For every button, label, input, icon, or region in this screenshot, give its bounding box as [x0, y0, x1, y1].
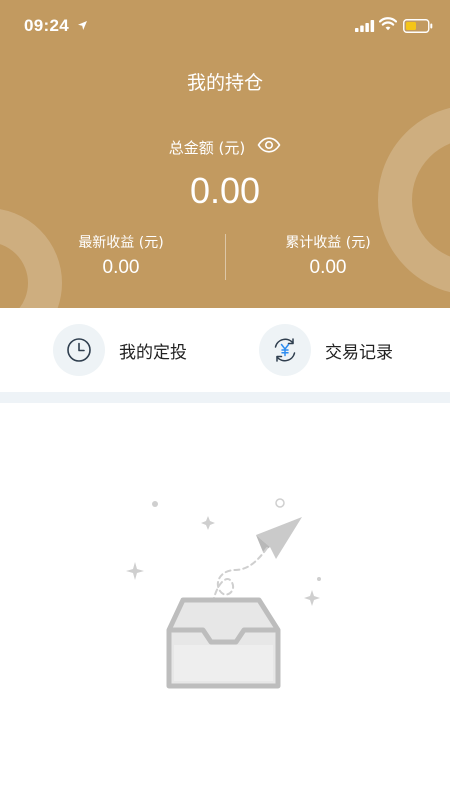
transaction-records-button[interactable]: 交易记录 — [259, 322, 393, 378]
empty-state-illustration — [120, 490, 330, 699]
status-bar: 09:24 — [0, 0, 450, 52]
my-auto-invest-label: 我的定投 — [119, 342, 187, 363]
latest-income-value: 0.00 — [102, 257, 140, 278]
transaction-records-label: 交易记录 — [325, 342, 393, 363]
eye-icon[interactable] — [257, 137, 281, 157]
wifi-icon — [379, 17, 397, 31]
total-amount-label: 总金额 (元) — [168, 138, 246, 157]
total-amount-value: 0.00 — [189, 170, 261, 211]
status-time: 09:24 — [24, 16, 69, 35]
latest-income: 最新收益 (元) 0.00 — [21, 233, 221, 279]
cumulative-income: 累计收益 (元) 0.00 — [228, 233, 428, 279]
section-separator — [0, 392, 450, 403]
cellular-signal-icon — [355, 20, 375, 32]
quick-actions: 我的定投 交易记录 — [0, 308, 450, 392]
portfolio-header: 09:24 我的持仓 总金额 (元) 0.00 最新收益 (元) 0.00 累计… — [0, 0, 450, 308]
my-auto-invest-button[interactable]: 我的定投 — [53, 322, 187, 378]
stat-divider — [225, 234, 226, 280]
total-amount-row: 总金额 (元) — [0, 136, 450, 158]
latest-income-label: 最新收益 (元) — [78, 235, 164, 251]
page-title: 我的持仓 — [186, 72, 263, 94]
yuan-exchange-icon — [259, 324, 311, 376]
cumulative-income-label: 累计收益 (元) — [285, 235, 371, 251]
location-arrow-icon — [78, 21, 87, 30]
clock-icon — [53, 324, 105, 376]
cumulative-income-value: 0.00 — [309, 257, 347, 278]
battery-icon — [403, 19, 433, 33]
